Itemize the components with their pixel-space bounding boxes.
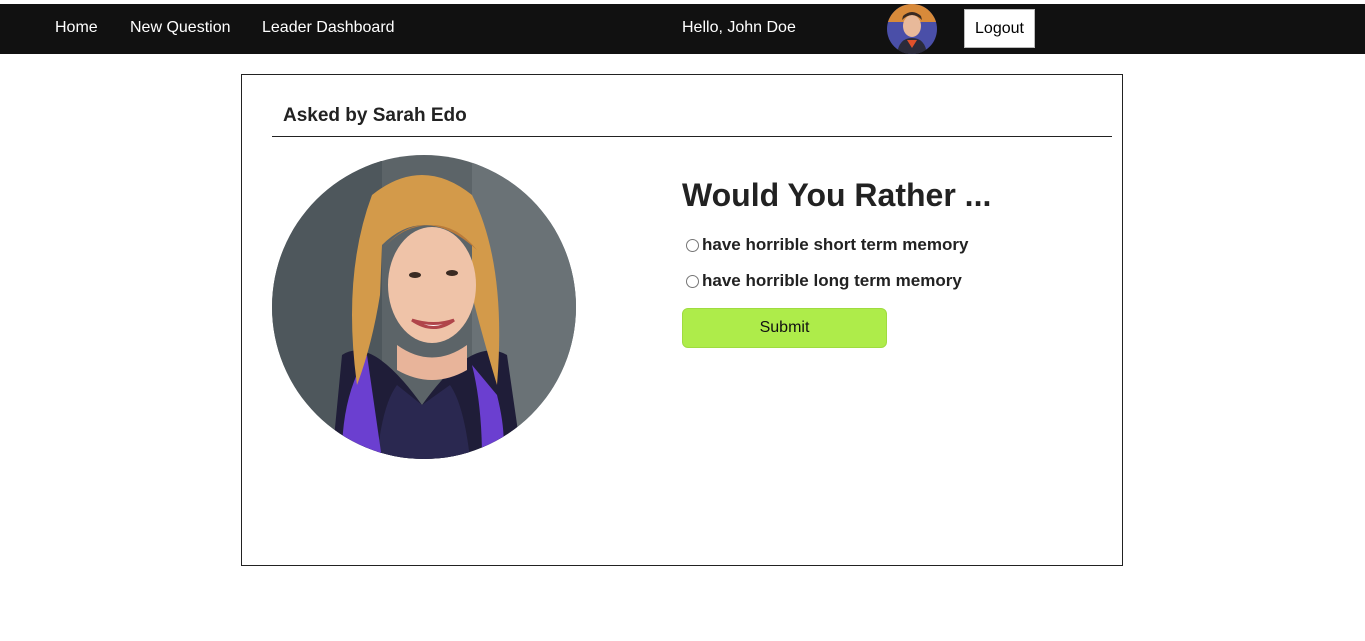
option-two-label: have horrible long term memory: [702, 271, 962, 290]
nav-home-link[interactable]: Home: [55, 19, 98, 37]
nav-new-question-link[interactable]: New Question: [130, 19, 231, 37]
card-header: Asked by Sarah Edo: [272, 105, 1112, 137]
option-one-radio[interactable]: [686, 238, 699, 252]
author-avatar-photo: [272, 155, 576, 459]
user-avatar-photo: [887, 4, 937, 54]
option-one[interactable]: have horrible short term memory: [686, 235, 968, 255]
option-one-label: have horrible short term memory: [702, 235, 969, 254]
option-two[interactable]: have horrible long term memory: [686, 271, 962, 291]
submit-button[interactable]: Submit: [682, 308, 887, 348]
top-navbar: Home New Question Leader Dashboard Hello…: [0, 4, 1365, 54]
user-avatar: [887, 4, 937, 54]
question-title: Would You Rather ...: [682, 177, 992, 213]
logout-button[interactable]: Logout: [964, 9, 1035, 48]
question-card: Asked by Sarah Edo Would You Rather ... …: [241, 74, 1123, 566]
asked-by-label: Asked by Sarah Edo: [283, 105, 467, 126]
option-two-radio[interactable]: [686, 274, 699, 288]
author-avatar: [272, 155, 576, 459]
user-greeting: Hello, John Doe: [682, 19, 796, 36]
nav-leader-dashboard-link[interactable]: Leader Dashboard: [262, 19, 395, 37]
